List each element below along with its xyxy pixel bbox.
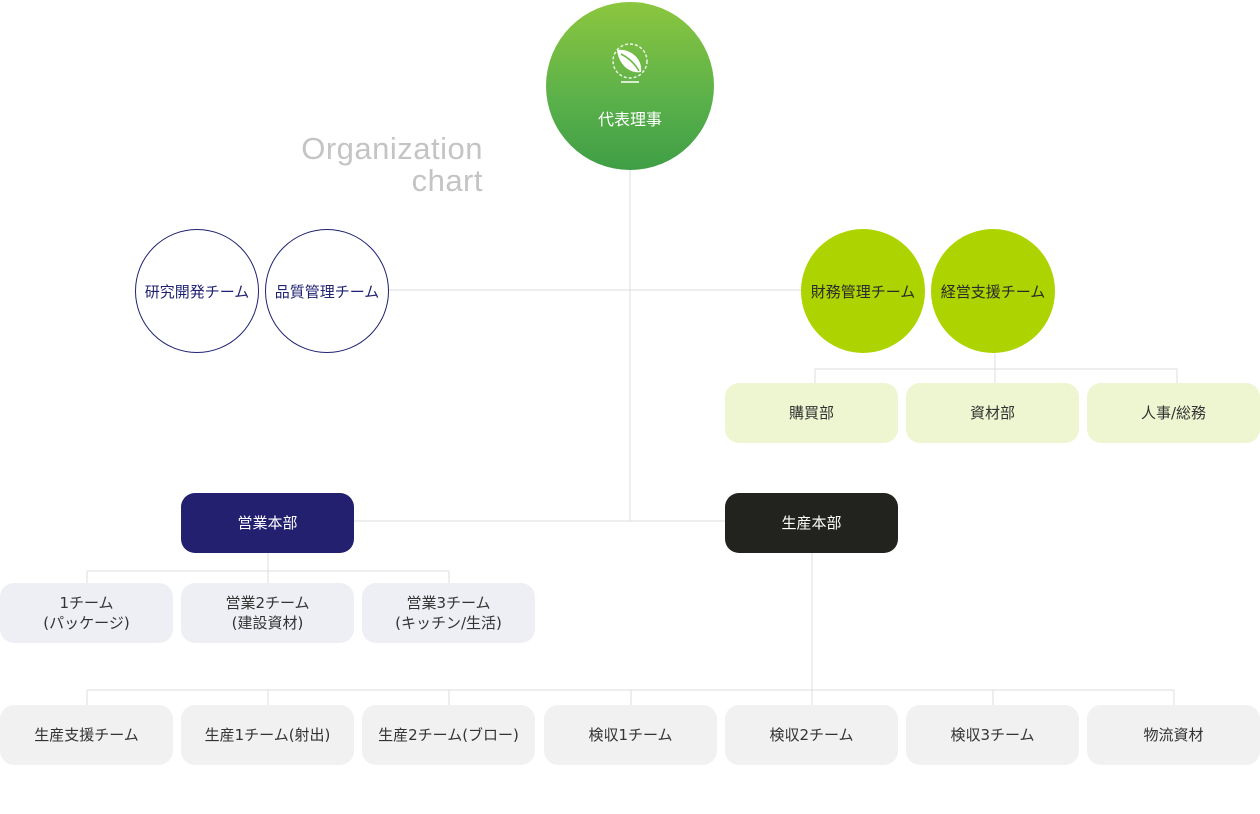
team-name: 生産2チーム(ブロー) xyxy=(378,726,519,744)
division-production: 生産本部 xyxy=(725,493,898,553)
support-node-management: 経営支援チーム xyxy=(931,229,1055,353)
team-subtitle: (建設資材) xyxy=(231,614,304,632)
production-team-2: 生産2チーム(ブロー) xyxy=(362,705,535,765)
inspection-team-1: 検収1チーム xyxy=(544,705,717,765)
chart-title-line2: chart xyxy=(411,163,483,198)
advisory-node-rnd: 研究開発チーム xyxy=(135,229,259,353)
team-name: 物流資材 xyxy=(1143,726,1204,744)
inspection-team-2: 検収2チーム xyxy=(725,705,898,765)
team-subtitle: (パッケージ) xyxy=(43,614,130,632)
sales-team-2: 営業2チーム (建設資材) xyxy=(181,583,354,643)
team-name: 営業3チーム xyxy=(406,594,491,612)
advisory-label: 研究開発チーム xyxy=(144,282,250,301)
team-name: 生産支援チーム xyxy=(34,726,139,744)
advisory-node-qc: 品質管理チーム xyxy=(265,229,389,353)
leaf-globe-logo-icon xyxy=(612,43,648,83)
chart-title-line1: Organization xyxy=(301,131,483,166)
ceo-label: 代表理事 xyxy=(597,110,662,129)
division-label: 生産本部 xyxy=(781,514,842,532)
chart-title: Organization chart xyxy=(301,133,483,197)
sales-team-3: 営業3チーム (キッチン/生活) xyxy=(362,583,535,643)
team-name: 営業2チーム xyxy=(225,594,310,612)
ceo-node: 代表理事 xyxy=(546,2,714,170)
dept-label: 購買部 xyxy=(788,404,834,422)
advisory-label: 品質管理チーム xyxy=(274,282,380,301)
dept-label: 資材部 xyxy=(969,404,1015,422)
team-name: 検収1チーム xyxy=(588,726,673,744)
division-label: 営業本部 xyxy=(237,514,298,532)
team-name: 検収2チーム xyxy=(769,726,854,744)
support-node-finance: 財務管理チーム xyxy=(801,229,925,353)
team-name: 検収3チーム xyxy=(950,726,1035,744)
dept-label: 人事/総務 xyxy=(1140,404,1207,422)
division-sales: 営業本部 xyxy=(181,493,354,553)
logistics-materials: 物流資材 xyxy=(1087,705,1260,765)
sales-team-1: 1チーム (パッケージ) xyxy=(0,583,173,643)
team-name: 生産1チーム(射出) xyxy=(204,726,331,744)
production-team-support: 生産支援チーム xyxy=(0,705,173,765)
dept-hr-general: 人事/総務 xyxy=(1087,383,1260,443)
support-label: 財務管理チーム xyxy=(810,282,916,301)
inspection-team-3: 検収3チーム xyxy=(906,705,1079,765)
support-label: 経営支援チーム xyxy=(940,282,1046,301)
dept-purchasing: 購買部 xyxy=(725,383,898,443)
team-subtitle: (キッチン/生活) xyxy=(395,614,502,632)
production-team-1: 生産1チーム(射出) xyxy=(181,705,354,765)
dept-materials: 資材部 xyxy=(906,383,1079,443)
team-name: 1チーム xyxy=(59,594,114,612)
